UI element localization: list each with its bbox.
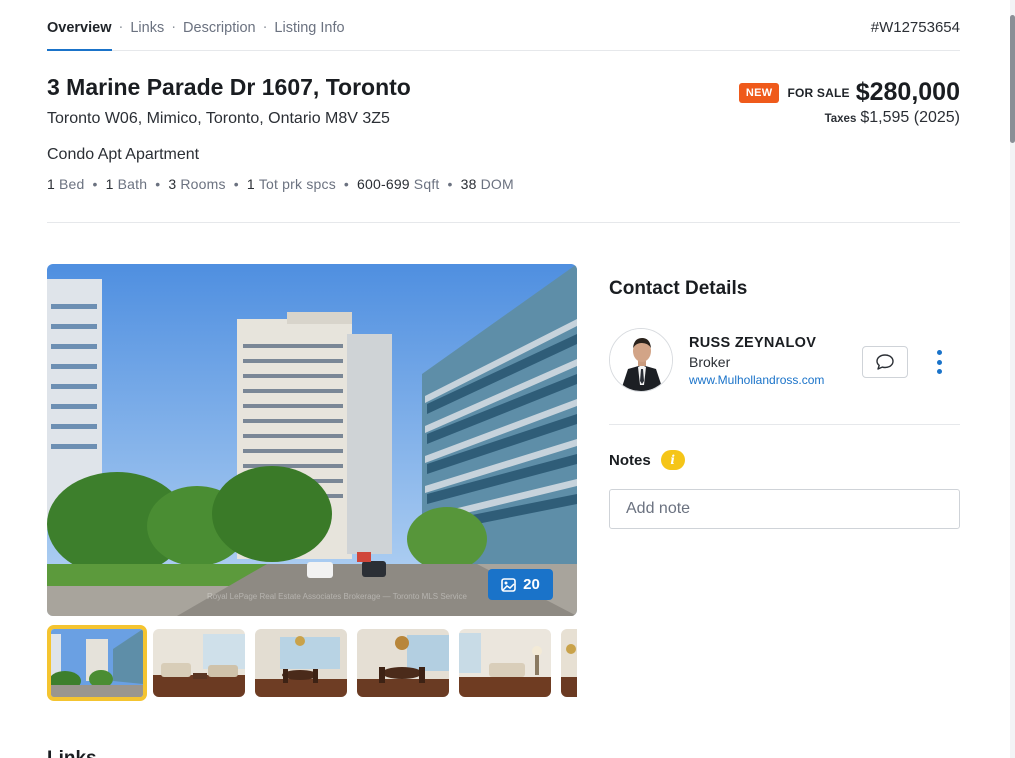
thumbnail-5[interactable] — [459, 629, 551, 697]
listing-id: #W12753654 — [870, 19, 960, 36]
thumbnail-4[interactable] — [357, 629, 449, 697]
chat-button[interactable] — [862, 346, 908, 378]
spec-separator: • — [447, 176, 453, 192]
living-room-photo-icon — [459, 629, 551, 697]
contact-heading: Contact Details — [609, 278, 748, 299]
spec-bed-label: Bed — [59, 176, 85, 192]
listing-address: Toronto W06, Mimico, Toronto, Ontario M8… — [47, 110, 390, 127]
property-type: Condo Apt Apartment — [47, 146, 200, 163]
living-room-photo-icon — [153, 629, 245, 697]
tab-links[interactable]: Links — [130, 18, 164, 50]
photo-watermark: Royal LePage Real Estate Associates Brok… — [207, 592, 468, 601]
agent-avatar — [609, 328, 673, 392]
add-note-input[interactable] — [609, 489, 960, 529]
spec-parking-value: 1 — [246, 176, 255, 192]
header-divider — [47, 222, 960, 223]
tab-list: Overview · Links · Description · Listing… — [47, 18, 960, 51]
spec-dom-value: 38 — [460, 176, 477, 192]
thumbnail-1[interactable] — [47, 625, 147, 701]
price-block: NEW FOR SALE $280,000 — [738, 78, 960, 107]
spec-separator: • — [92, 176, 98, 192]
thumbnail-2[interactable] — [153, 629, 245, 697]
links-section-heading: Links — [47, 748, 97, 758]
dining-room-photo-icon — [255, 629, 347, 697]
more-options-button[interactable] — [930, 350, 948, 374]
thumbnail-3[interactable] — [255, 629, 347, 697]
section-tabs: Overview · Links · Description · Listing… — [47, 18, 960, 51]
tab-separator: · — [118, 19, 124, 35]
agent-photo-icon — [610, 329, 672, 391]
spec-bath-label: Bath — [117, 176, 148, 192]
exterior-photo-icon — [51, 629, 143, 697]
contact-divider — [609, 424, 960, 425]
notes-heading: Notes i — [609, 450, 685, 470]
spec-parking-label: Tot prk spcs — [258, 176, 336, 192]
photo-count-button[interactable]: 20 — [488, 569, 553, 600]
tab-separator: · — [171, 19, 177, 35]
kebab-dot-icon — [936, 359, 942, 365]
agent-role: Broker — [689, 354, 731, 370]
photo-count: 20 — [523, 576, 540, 593]
taxes: Taxes $1,595 (2025) — [825, 109, 960, 127]
spec-bed-value: 1 — [47, 176, 55, 192]
gallery-icon — [501, 577, 516, 592]
tab-separator: · — [262, 19, 268, 35]
spec-sqft-value: 600-699 — [357, 176, 410, 192]
listing-price: $280,000 — [855, 78, 960, 106]
spec-dom-label: DOM — [480, 176, 514, 192]
status-label: FOR SALE — [787, 85, 850, 100]
spec-rooms-label: Rooms — [180, 176, 226, 192]
dining-chandelier-photo-icon — [357, 629, 449, 697]
new-badge: NEW — [738, 82, 780, 103]
agent-website-link[interactable]: www.Mulhollandross.com — [689, 373, 824, 387]
thumbnail-strip — [47, 625, 577, 701]
spec-separator: • — [155, 176, 161, 192]
spec-bath-value: 1 — [105, 176, 114, 192]
info-icon[interactable]: i — [660, 450, 685, 470]
listing-title: 3 Marine Parade Dr 1607, Toronto — [47, 74, 411, 100]
tab-listing-info[interactable]: Listing Info — [274, 18, 344, 50]
tab-overview[interactable]: Overview — [47, 18, 112, 51]
taxes-value: $1,595 (2025) — [860, 109, 960, 126]
room-photo-icon — [561, 629, 577, 697]
main-photo[interactable]: Royal LePage Real Estate Associates Brok… — [47, 264, 577, 616]
tab-description[interactable]: Description — [183, 18, 256, 50]
kebab-dot-icon — [936, 369, 942, 374]
listing-specs: 1 Bed • 1 Bath • 3 Rooms • 1 Tot prk spcs • … — [47, 176, 514, 192]
thumbnail-6[interactable] — [561, 629, 577, 697]
spec-separator: • — [343, 176, 350, 192]
scrollbar-thumb[interactable] — [1010, 15, 1015, 143]
chat-bubble-icon — [876, 354, 894, 370]
exterior-photo-icon: Royal LePage Real Estate Associates Brok… — [47, 264, 577, 616]
spec-rooms-value: 3 — [168, 176, 177, 192]
notes-label: Notes — [609, 451, 651, 469]
taxes-label: Taxes — [824, 113, 857, 125]
spec-sqft-label: Sqft — [413, 176, 440, 192]
spec-separator: • — [233, 176, 239, 192]
kebab-dot-icon — [936, 350, 942, 355]
agent-name: RUSS ZEYNALOV — [689, 335, 817, 351]
